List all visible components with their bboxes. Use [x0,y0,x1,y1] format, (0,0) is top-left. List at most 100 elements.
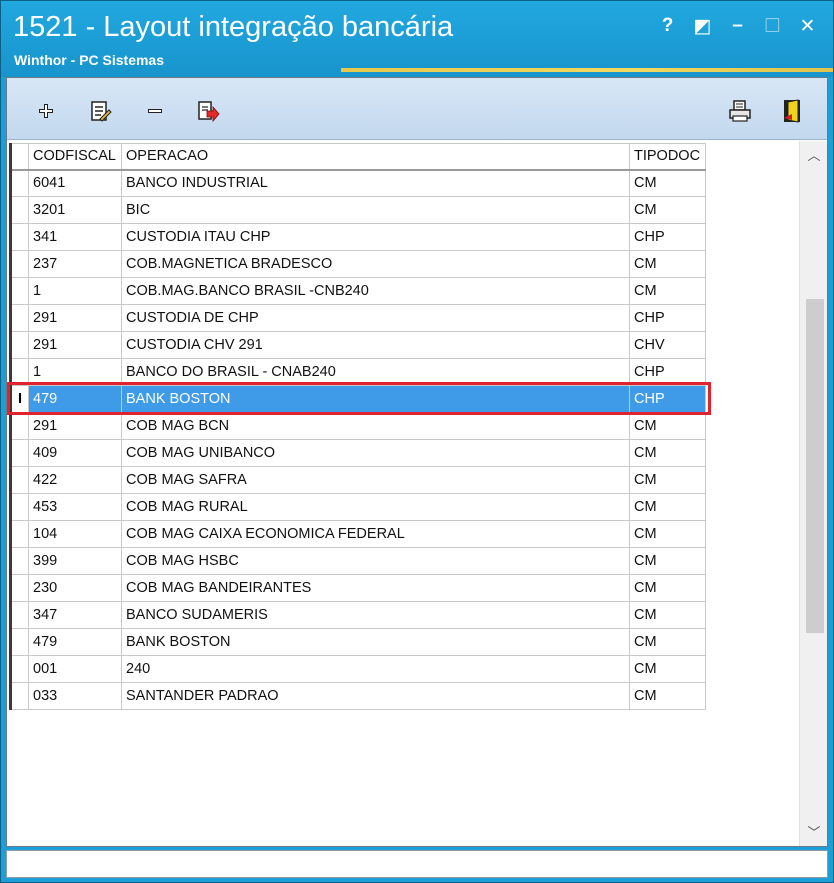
edit-button[interactable] [87,98,113,124]
cell-operacao[interactable]: SANTANDER PADRAO [121,682,630,710]
maximize-button[interactable]: ☐ [755,13,790,39]
table-row[interactable]: 479 BANK BOSTON CM [9,628,706,656]
table-row[interactable]: 291 COB MAG BCN CM [9,412,706,440]
cell-codfiscal[interactable]: 453 [28,493,122,521]
print-button[interactable] [727,98,753,124]
table-row[interactable]: 104 COB MAG CAIXA ECONOMICA FEDERAL CM [9,520,706,548]
cell-tipodoc[interactable]: CM [629,628,706,656]
cell-codfiscal[interactable]: 230 [28,574,122,602]
cell-tipodoc[interactable]: CM [629,412,706,440]
row-indicator[interactable] [9,682,29,710]
cell-operacao[interactable]: BANCO SUDAMERIS [121,601,630,629]
row-indicator[interactable] [9,358,29,386]
cell-tipodoc[interactable]: CM [629,574,706,602]
row-indicator[interactable] [9,196,29,224]
cell-operacao[interactable]: BANK BOSTON [121,385,630,413]
cell-codfiscal[interactable]: 6041 [28,169,122,197]
cell-codfiscal[interactable]: 033 [28,682,122,710]
table-row[interactable]: 341 CUSTODIA ITAU CHP CHP [9,223,706,251]
exit-button[interactable] [779,98,805,124]
row-indicator[interactable] [9,169,29,197]
cell-tipodoc[interactable]: CM [629,547,706,575]
cell-tipodoc[interactable]: CHV [629,331,706,359]
cell-operacao[interactable]: BIC [121,196,630,224]
cell-tipodoc[interactable]: CM [629,250,706,278]
cell-tipodoc[interactable]: CHP [629,358,706,386]
cell-operacao[interactable]: COB MAG BANDEIRANTES [121,574,630,602]
cell-operacao[interactable]: BANCO DO BRASIL - CNAB240 [121,358,630,386]
cell-tipodoc[interactable]: CM [629,439,706,467]
cell-operacao[interactable]: COB.MAG.BANCO BRASIL -CNB240 [121,277,630,305]
add-button[interactable] [33,98,59,124]
cell-operacao[interactable]: BANK BOSTON [121,628,630,656]
table-row[interactable]: 1 BANCO DO BRASIL - CNAB240 CHP [9,358,706,386]
cell-tipodoc[interactable]: CM [629,520,706,548]
help-button[interactable]: ? [650,13,685,39]
remove-button[interactable] [142,98,168,124]
row-indicator[interactable] [9,655,29,683]
row-indicator[interactable] [9,628,29,656]
cell-codfiscal[interactable]: 399 [28,547,122,575]
row-indicator[interactable] [9,223,29,251]
row-indicator[interactable] [9,331,29,359]
table-row[interactable]: I 479 BANK BOSTON CHP [9,385,706,413]
cell-codfiscal[interactable]: 347 [28,601,122,629]
minimize-button[interactable]: – [720,13,755,39]
table-row[interactable]: 347 BANCO SUDAMERIS CM [9,601,706,629]
cell-codfiscal[interactable]: 479 [28,628,122,656]
row-indicator[interactable] [9,574,29,602]
table-row[interactable]: 237 COB.MAGNETICA BRADESCO CM [9,250,706,278]
row-indicator[interactable] [9,520,29,548]
cell-operacao[interactable]: COB MAG CAIXA ECONOMICA FEDERAL [121,520,630,548]
cell-codfiscal[interactable]: 001 [28,655,122,683]
row-indicator[interactable] [9,547,29,575]
cell-operacao[interactable]: COB MAG HSBC [121,547,630,575]
table-row[interactable]: 033 SANTANDER PADRAO CM [9,682,706,710]
table-row[interactable]: 453 COB MAG RURAL CM [9,493,706,521]
cell-operacao[interactable]: CUSTODIA ITAU CHP [121,223,630,251]
cell-tipodoc[interactable]: CHP [629,223,706,251]
cell-operacao[interactable]: COB MAG RURAL [121,493,630,521]
cell-tipodoc[interactable]: CHP [629,385,706,413]
table-row[interactable]: 3201 BIC CM [9,196,706,224]
cell-codfiscal[interactable]: 1 [28,277,122,305]
title-bar[interactable]: 1521 - Layout integração bancária Wintho… [1,1,833,77]
cell-tipodoc[interactable]: CM [629,196,706,224]
row-indicator[interactable] [9,493,29,521]
table-row[interactable]: 399 COB MAG HSBC CM [9,547,706,575]
cell-codfiscal[interactable]: 479 [28,385,122,413]
cell-codfiscal[interactable]: 104 [28,520,122,548]
cell-tipodoc[interactable]: CM [629,682,706,710]
table-row[interactable]: 409 COB MAG UNIBANCO CM [9,439,706,467]
cell-tipodoc[interactable]: CM [629,493,706,521]
row-indicator[interactable]: I [9,385,29,413]
export-button[interactable] [195,98,221,124]
cell-tipodoc[interactable]: CM [629,466,706,494]
column-header-operacao[interactable]: OPERACAO [121,143,630,171]
row-indicator[interactable] [9,439,29,467]
cell-operacao[interactable]: CUSTODIA CHV 291 [121,331,630,359]
column-header-codfiscal[interactable]: CODFISCAL [28,143,122,171]
cell-codfiscal[interactable]: 409 [28,439,122,467]
cell-operacao[interactable]: CUSTODIA DE CHP [121,304,630,332]
cell-operacao[interactable]: 240 [121,655,630,683]
cell-codfiscal[interactable]: 237 [28,250,122,278]
scroll-down-icon[interactable]: ﹀ [800,820,828,842]
table-row[interactable]: 6041 BANCO INDUSTRIAL CM [9,169,706,197]
table-row[interactable]: 001 240 CM [9,655,706,683]
cell-tipodoc[interactable]: CHP [629,304,706,332]
cell-codfiscal[interactable]: 291 [28,331,122,359]
cell-codfiscal[interactable]: 291 [28,304,122,332]
table-row[interactable]: 230 COB MAG BANDEIRANTES CM [9,574,706,602]
cell-codfiscal[interactable]: 291 [28,412,122,440]
cell-codfiscal[interactable]: 3201 [28,196,122,224]
row-indicator[interactable] [9,412,29,440]
cell-tipodoc[interactable]: CM [629,601,706,629]
table-row[interactable]: 291 CUSTODIA CHV 291 CHV [9,331,706,359]
scroll-up-icon[interactable]: ︿ [800,143,828,165]
cell-operacao[interactable]: COB MAG BCN [121,412,630,440]
cell-tipodoc[interactable]: CM [629,169,706,197]
row-indicator[interactable] [9,601,29,629]
cell-operacao[interactable]: COB MAG SAFRA [121,466,630,494]
column-header-tipodoc[interactable]: TIPODOC [629,143,706,171]
